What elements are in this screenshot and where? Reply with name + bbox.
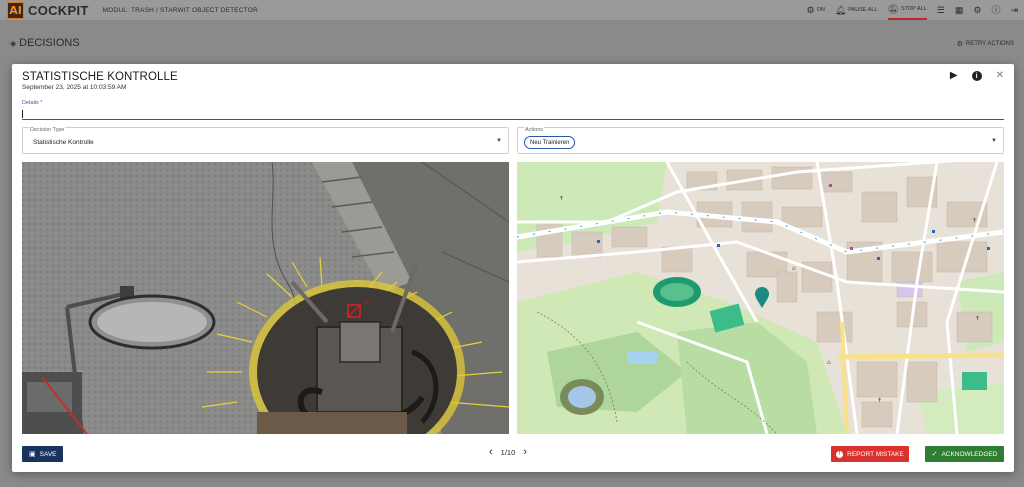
bell-icon: 🔔︎ — [834, 4, 847, 15]
svg-text:✝: ✝ — [972, 217, 977, 224]
action-chip[interactable]: Neu Trainieren — [524, 136, 576, 149]
dropdown-arrow-icon: ▼ — [496, 138, 502, 144]
save-label: SAVE — [39, 450, 57, 458]
acknowledged-button[interactable]: ✓ ACKNOWLEDGED — [925, 446, 1004, 462]
save-button[interactable]: ▣ SAVE — [22, 446, 64, 462]
page-title-text: DECISIONS — [19, 37, 80, 49]
list-icon[interactable]: ☰ — [937, 5, 945, 15]
actions-select[interactable]: Actions Neu Trainieren ▼ — [517, 127, 1004, 154]
detection-box: ▪ ▪ — [364, 300, 369, 306]
photo-illustration: ▪ ▪ — [22, 162, 509, 434]
dialog-header-actions: ▶ i ✕ — [950, 71, 1004, 81]
module-label: MODUL: TRASH / STARWIT OBJECT DETECTOR — [102, 6, 258, 14]
detection-photo: ▪ ▪ — [22, 162, 509, 434]
toggle-on-label: ON — [816, 7, 825, 13]
info-icon[interactable]: ⓘ — [991, 5, 1000, 15]
decision-type-label: Decision Type — [29, 127, 66, 133]
report-mistake-button[interactable]: ! REPORT MISTAKE — [831, 446, 909, 462]
pause-all-button[interactable]: 🔔︎ PAUSE ALL — [835, 0, 878, 20]
play-icon[interactable]: ▶ — [950, 71, 958, 81]
text-caret — [22, 110, 23, 118]
report-icon: ! — [836, 450, 844, 458]
save-icon: ▣ — [29, 450, 36, 458]
logout-icon[interactable]: ⇥ — [1010, 5, 1018, 15]
info-icon[interactable]: i — [971, 71, 982, 81]
chevron-right-icon[interactable]: › — [523, 447, 527, 458]
decision-type-value: Statistische Kontrolle — [33, 139, 94, 146]
app-logo: AI — [7, 1, 24, 19]
retry-actions-label: RETRY ACTIONS — [965, 41, 1014, 47]
dropdown-arrow-icon: ▼ — [991, 138, 997, 144]
chevron-left-icon[interactable]: ‹ — [489, 447, 493, 458]
decisions-icon: ◈ — [10, 38, 17, 48]
stop-all-button[interactable]: 🔕︎ STOP ALL — [887, 0, 927, 20]
robot-icon: ⚙ — [806, 4, 815, 15]
svg-text:⌂: ⌂ — [827, 359, 831, 366]
details-label: Details * — [22, 100, 43, 106]
gear-icon[interactable]: ⚙ — [973, 5, 981, 15]
pagination: ‹ 1/10 › — [489, 447, 527, 458]
svg-text:⌂: ⌂ — [792, 265, 796, 272]
pager-text: 1/10 — [500, 448, 516, 457]
location-map[interactable]: ✝ ✝ ⌂ ✝ ✝ ⌂ — [517, 162, 1004, 434]
ack-label: ACKNOWLEDGED — [941, 450, 998, 458]
toggle-on-button[interactable]: ⚙ ON — [807, 0, 825, 20]
bell-off-icon: 🔕︎ — [887, 3, 899, 14]
actions-label: Actions — [524, 127, 545, 133]
svg-text:✝: ✝ — [975, 315, 980, 322]
page-title: ◈ DECISIONS — [10, 37, 80, 49]
app-brand: COCKPIT — [28, 2, 89, 18]
retry-actions-button[interactable]: ⚙ RETRY ACTIONS — [957, 40, 1014, 48]
report-label: REPORT MISTAKE — [847, 450, 904, 458]
decision-type-select[interactable]: Decision Type Statistische Kontrolle ▼ — [22, 127, 509, 154]
top-bar: AI COCKPIT MODUL: TRASH / STARWIT OBJECT… — [0, 0, 1024, 20]
robot-icon: ⚙ — [956, 41, 963, 48]
svg-text:✝: ✝ — [877, 397, 882, 404]
svg-text:✝: ✝ — [559, 195, 564, 202]
decision-dialog: STATISTISCHE KONTROLLE September 23, 202… — [12, 64, 1014, 472]
stop-all-label: STOP ALL — [900, 6, 927, 12]
check-icon: ✓ — [931, 450, 938, 458]
pause-all-label: PAUSE ALL — [848, 7, 878, 13]
topbar-actions: ⚙ ON 🔔︎ PAUSE ALL 🔕︎ STOP ALL ☰ ▦ ⚙ ⓘ ⇥ — [807, 0, 1018, 20]
dialog-timestamp: September 23, 2025 at 10:03:59 AM — [22, 84, 127, 91]
map-illustration: ✝ ✝ ⌂ ✝ ✝ ⌂ — [517, 162, 1004, 434]
dialog-title: STATISTISCHE KONTROLLE — [22, 71, 178, 83]
close-icon[interactable]: ✕ — [996, 71, 1004, 81]
details-input[interactable] — [22, 108, 1004, 120]
map-icon[interactable]: ▦ — [955, 5, 964, 15]
